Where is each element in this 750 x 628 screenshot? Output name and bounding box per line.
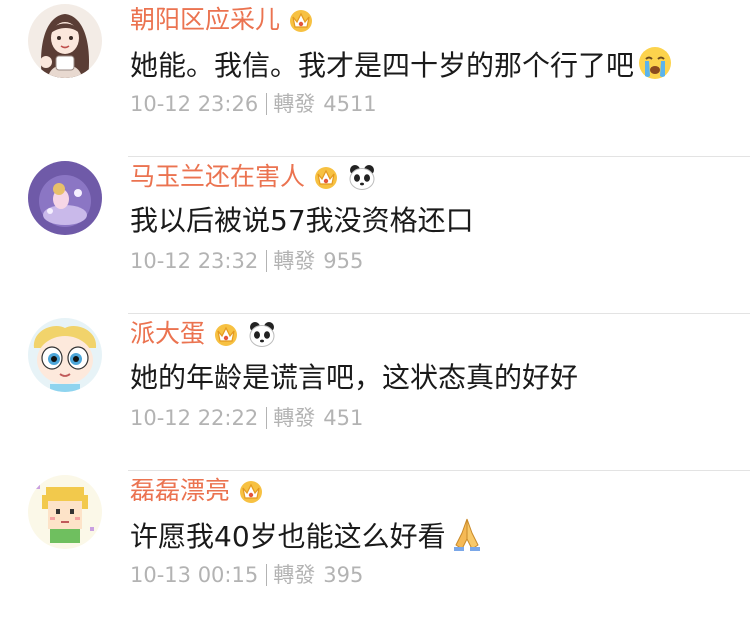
comment-body: 许愿我40岁也能这么好看 <box>130 520 446 553</box>
repost-label: 轉發 <box>273 406 316 430</box>
comment-item: 马玉兰还在害人 我以后被说57我没资格还口 10-12 23:32 轉發 955 <box>0 157 750 314</box>
pixel-blond-boy-avatar <box>28 475 102 549</box>
username[interactable]: 派大蛋 <box>130 317 205 351</box>
username-row: 磊磊漂亮 <box>130 473 266 509</box>
comment-item: 朝阳区应采儿 她能。我信。我才是四十岁的那个行了吧 10-12 23:26 轉發… <box>0 0 750 157</box>
comment-text: 她能。我信。我才是四十岁的那个行了吧 <box>130 44 674 86</box>
comment-body: 我以后被说57我没资格还口 <box>130 204 474 237</box>
timestamp: 10-12 23:32 <box>130 249 259 273</box>
comment-meta: 10-12 23:26 轉發 4511 <box>130 88 377 120</box>
comment-item: 磊磊漂亮 许愿我40岁也能这么好看 10-13 00:15 轉發 395 <box>0 471 750 628</box>
comment-meta: 10-12 22:22 轉發 451 <box>130 402 363 434</box>
crying-face-emoji <box>636 44 674 82</box>
repost-button[interactable]: 轉發 395 <box>273 559 363 591</box>
username-row: 马玉兰还在害人 <box>130 159 377 195</box>
praying-hands-emoji <box>448 515 486 553</box>
timestamp: 10-13 00:15 <box>130 563 259 587</box>
meta-divider <box>266 564 268 586</box>
comment-item: 派大蛋 她的年龄是谎言吧，这状态真的好好 10-12 22:22 轉發 451 <box>0 314 750 471</box>
comment-body: 她的年龄是谎言吧，这状态真的好好 <box>130 361 579 394</box>
repost-button[interactable]: 轉發 451 <box>273 402 363 434</box>
powerpuff-girl-avatar <box>28 318 102 392</box>
comment-text: 许愿我40岁也能这么好看 <box>130 515 486 557</box>
username[interactable]: 马玉兰还在害人 <box>130 160 305 194</box>
username[interactable]: 朝阳区应采儿 <box>130 3 280 37</box>
repost-count: 395 <box>323 563 364 587</box>
comment-meta: 10-12 23:32 轉發 955 <box>130 245 363 277</box>
girl-with-long-hair-avatar <box>28 4 102 78</box>
repost-button[interactable]: 轉發 955 <box>273 245 363 277</box>
crown-vip-badge[interactable] <box>211 319 241 349</box>
timestamp: 10-12 22:22 <box>130 406 259 430</box>
crown-vip-badge[interactable] <box>286 5 316 35</box>
repost-label: 轉發 <box>273 249 316 273</box>
comment-body: 她能。我信。我才是四十岁的那个行了吧 <box>130 49 635 82</box>
user-avatar[interactable] <box>28 4 102 78</box>
repost-count: 955 <box>323 249 364 273</box>
comment-text: 她的年龄是谎言吧，这状态真的好好 <box>130 358 578 398</box>
repost-button[interactable]: 轉發 4511 <box>273 88 376 120</box>
crown-vip-badge[interactable] <box>236 476 266 506</box>
comment-meta: 10-13 00:15 轉發 395 <box>130 559 363 591</box>
user-avatar[interactable] <box>28 318 102 392</box>
meta-divider <box>266 93 268 115</box>
repost-label: 轉發 <box>273 563 316 587</box>
timestamp: 10-12 23:26 <box>130 92 259 116</box>
comment-list: 朝阳区应采儿 她能。我信。我才是四十岁的那个行了吧 10-12 23:26 轉發… <box>0 0 750 614</box>
purple-cartoon-avatar <box>28 161 102 235</box>
panda-badge[interactable] <box>347 162 377 192</box>
username[interactable]: 磊磊漂亮 <box>130 474 230 508</box>
repost-count: 4511 <box>323 92 377 116</box>
meta-divider <box>266 250 268 272</box>
panda-badge[interactable] <box>247 319 277 349</box>
meta-divider <box>266 407 268 429</box>
comment-text: 我以后被说57我没资格还口 <box>130 201 474 241</box>
user-avatar[interactable] <box>28 161 102 235</box>
repost-label: 轉發 <box>273 92 316 116</box>
username-row: 派大蛋 <box>130 316 277 352</box>
crown-vip-badge[interactable] <box>311 162 341 192</box>
repost-count: 451 <box>323 406 364 430</box>
username-row: 朝阳区应采儿 <box>130 2 316 38</box>
user-avatar[interactable] <box>28 475 102 549</box>
